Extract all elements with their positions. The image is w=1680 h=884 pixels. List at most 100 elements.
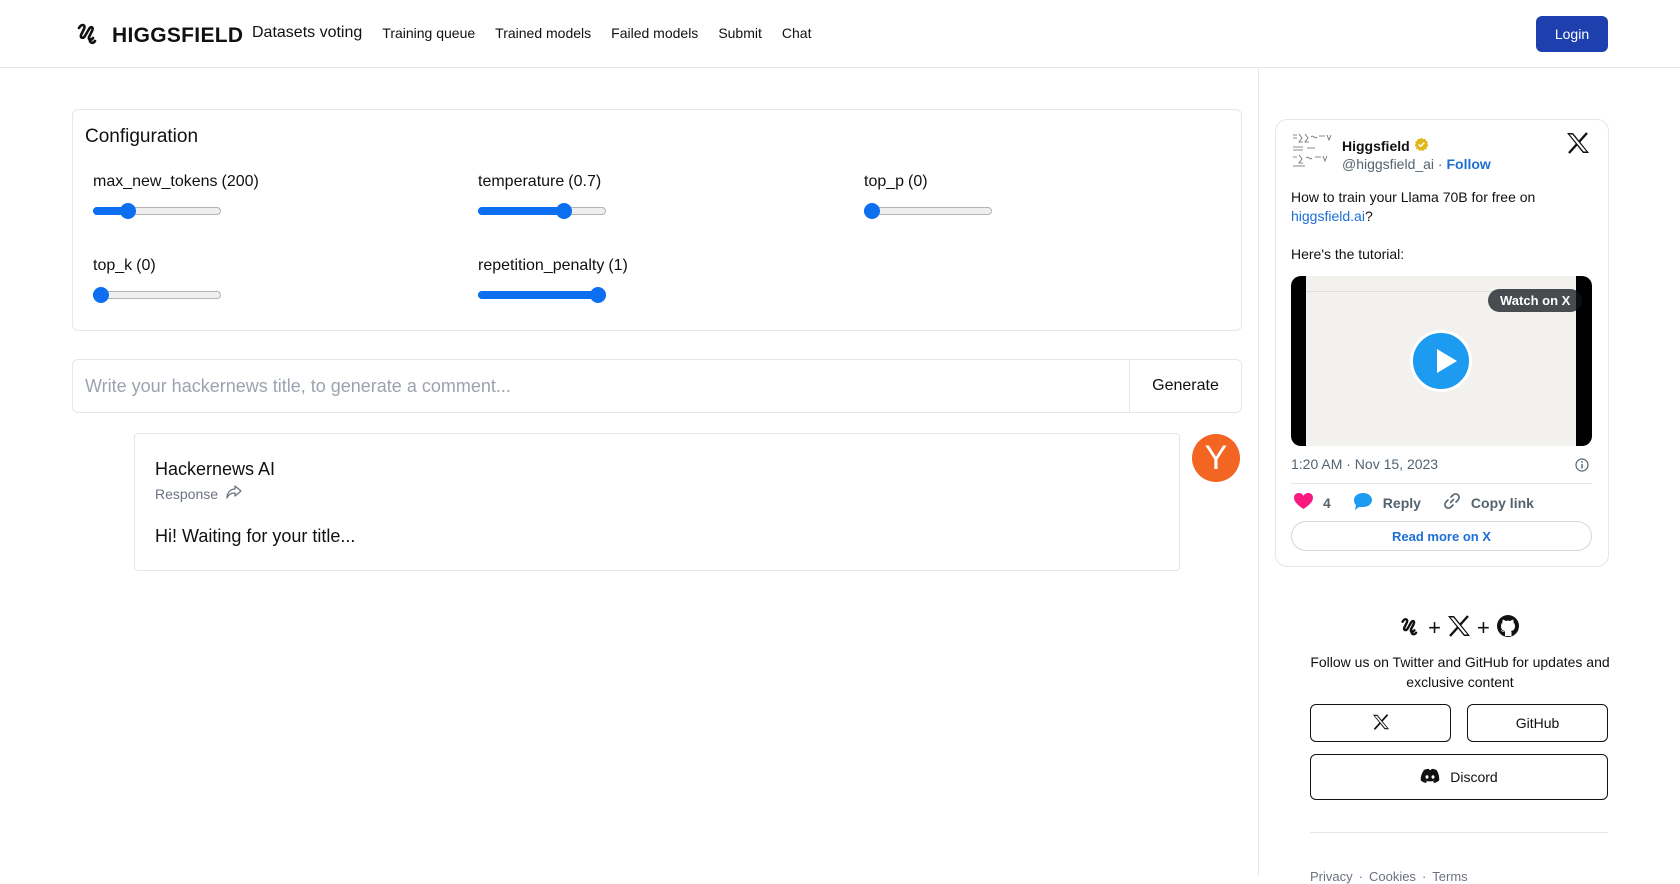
follow-link[interactable]: Follow (1447, 156, 1491, 172)
message-subtitle: Response (155, 485, 242, 502)
tweet-link[interactable]: higgsfield.ai (1291, 208, 1365, 224)
tweet-date[interactable]: 1:20 AM · Nov 15, 2023 (1291, 456, 1438, 472)
privacy-link[interactable]: Privacy (1310, 869, 1353, 884)
reply-bubble-icon (1353, 492, 1373, 513)
reply-button[interactable]: Reply (1353, 492, 1421, 513)
nav-chat[interactable]: Chat (782, 25, 812, 41)
param-name: temperature (478, 173, 565, 190)
tweet-author-name: Higgsfield (1342, 138, 1410, 154)
param-temperature: temperature (0.7) (478, 173, 778, 219)
tweet-text: How to train your Llama 70B for free on … (1291, 188, 1591, 226)
param-name: top_k (93, 257, 133, 274)
social-logos: + + (1310, 614, 1610, 642)
param-value: (200) (221, 173, 259, 190)
twitter-button[interactable] (1310, 704, 1451, 742)
message-text: Hi! Waiting for your title... (155, 526, 356, 546)
param-value: (0) (908, 173, 928, 190)
footer-links: Privacy · Cookies · Terms (1310, 869, 1468, 884)
verified-badge-icon (1414, 137, 1429, 155)
tweet-actions: 4 Reply Copy link (1294, 492, 1556, 513)
like-button[interactable]: 4 (1294, 492, 1331, 513)
temperature-slider[interactable] (478, 203, 606, 219)
nav-datasets-voting[interactable]: Datasets voting (252, 24, 362, 42)
slider-thumb[interactable] (556, 203, 573, 219)
nav-submit[interactable]: Submit (718, 25, 762, 41)
play-icon[interactable] (1410, 330, 1472, 392)
embedded-tweet: Higgsfield @higgsfield_ai · Follow How t… (1275, 119, 1609, 567)
param-value: (0) (136, 257, 156, 274)
x-logo-icon (1372, 713, 1390, 733)
slider-thumb[interactable] (93, 287, 109, 303)
param-name: max_new_tokens (93, 173, 218, 190)
param-max-new-tokens: max_new_tokens (200) (93, 173, 393, 219)
link-icon (1443, 492, 1461, 513)
response-label: Response (155, 485, 219, 502)
copy-link-button[interactable]: Copy link (1443, 492, 1534, 513)
reply-label: Reply (1382, 494, 1421, 511)
plus-icon: + (1428, 615, 1441, 640)
tweet-text-2: Here's the tutorial: (1291, 246, 1405, 262)
slider-thumb[interactable] (119, 203, 136, 219)
x-logo-icon (1447, 614, 1471, 642)
top-k-slider[interactable] (93, 287, 221, 303)
param-name: top_p (864, 173, 905, 190)
tweet-video[interactable]: Watch on X (1291, 276, 1592, 446)
param-value: (1) (608, 257, 628, 274)
tweet-handle-line: @higgsfield_ai · Follow (1342, 156, 1491, 172)
discord-button[interactable]: Discord (1310, 754, 1608, 800)
plus-icon: + (1477, 615, 1490, 640)
github-button[interactable]: GitHub (1467, 704, 1608, 742)
configuration-title: Configuration (85, 126, 199, 147)
param-repetition-penalty: repetition_penalty (1) (478, 257, 778, 303)
repetition-penalty-slider[interactable] (478, 287, 606, 303)
social-block: + + Follow us on Twitter and GitHub for … (1310, 614, 1610, 692)
x-logo-icon[interactable] (1566, 132, 1590, 159)
message-author: Hackernews AI (155, 459, 276, 479)
higgsfield-logo-icon (1400, 615, 1422, 642)
slider-thumb[interactable] (590, 287, 606, 303)
terms-link[interactable]: Terms (1432, 869, 1467, 884)
slider-fill (478, 207, 565, 215)
slider-fill (478, 291, 598, 299)
tweet-text-end: ? (1364, 208, 1373, 224)
github-logo-icon (1496, 614, 1520, 643)
main-nav: Datasets voting Training queue Trained m… (252, 24, 831, 42)
higgsfield-logo-icon (76, 20, 102, 51)
brand[interactable]: HIGGSFIELD (76, 20, 243, 51)
generate-button[interactable]: Generate (1129, 360, 1241, 412)
configuration-panel: Configuration max_new_tokens (200) temper… (72, 109, 1242, 331)
tweet-author[interactable]: Higgsfield (1342, 137, 1429, 155)
brand-name: HIGGSFIELD (112, 23, 244, 47)
prompt-bar: Generate (72, 359, 1242, 413)
max-new-tokens-slider[interactable] (93, 203, 221, 219)
share-icon[interactable] (226, 485, 242, 502)
sidebar-divider (1258, 68, 1259, 876)
param-value: (0.7) (568, 173, 602, 190)
avatar: Y (1192, 434, 1240, 482)
title-input[interactable] (73, 360, 1129, 412)
param-name: repetition_penalty (478, 257, 605, 274)
heart-icon (1294, 492, 1313, 513)
login-button[interactable]: Login (1536, 16, 1608, 52)
top-navbar: HIGGSFIELD Datasets voting Training queu… (0, 0, 1680, 68)
tweet-text-start: How to train your Llama 70B for free on (1291, 189, 1536, 205)
tweet-avatar[interactable] (1291, 131, 1337, 169)
param-top-p: top_p (0) (864, 173, 1164, 219)
response-message: Hackernews AI Response Hi! Waiting for y… (134, 433, 1180, 571)
nav-failed-models[interactable]: Failed models (611, 25, 698, 41)
read-more-button[interactable]: Read more on X (1291, 521, 1592, 551)
param-top-k: top_k (0) (93, 257, 393, 303)
tweet-handle[interactable]: @higgsfield_ai (1342, 156, 1434, 172)
like-count: 4 (1323, 494, 1331, 511)
cookies-link[interactable]: Cookies (1369, 869, 1416, 884)
nav-trained-models[interactable]: Trained models (495, 25, 591, 41)
social-text: Follow us on Twitter and GitHub for upda… (1310, 654, 1610, 690)
slider-thumb[interactable] (864, 203, 880, 219)
watch-on-x-badge[interactable]: Watch on X (1488, 289, 1583, 312)
discord-label: Discord (1450, 769, 1498, 785)
discord-logo-icon (1420, 768, 1440, 787)
info-icon[interactable] (1575, 458, 1589, 477)
copy-link-label: Copy link (1470, 494, 1534, 511)
nav-training-queue[interactable]: Training queue (382, 25, 475, 41)
top-p-slider[interactable] (864, 203, 992, 219)
